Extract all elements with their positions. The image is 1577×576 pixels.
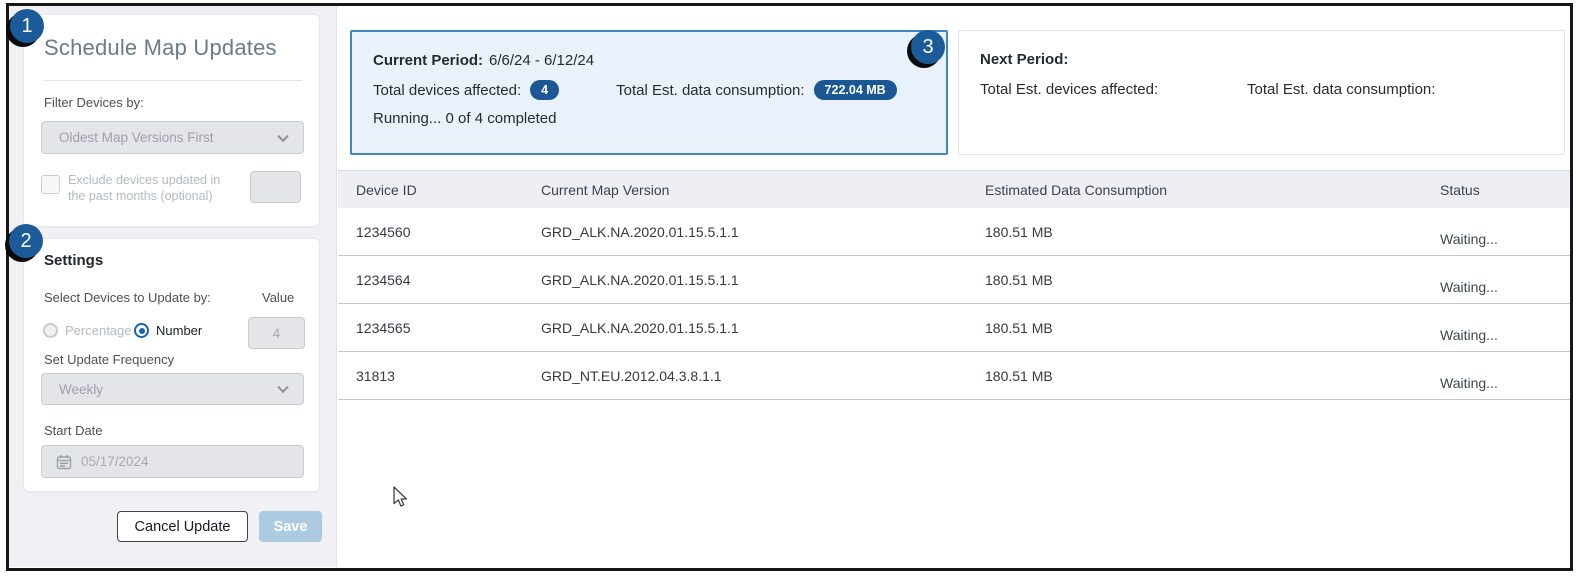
settings-heading: Settings [44,252,103,269]
table-row: 1234560 GRD_ALK.NA.2020.01.15.5.1.1 180.… [338,208,1570,256]
cell-consumption: 180.51 MB [985,272,1440,288]
cell-device-id: 1234560 [356,224,541,240]
mouse-cursor-icon [393,486,409,508]
table-row: 1234565 GRD_ALK.NA.2020.01.15.5.1.1 180.… [338,304,1570,352]
save-button[interactable]: Save [259,511,322,542]
exclude-devices-checkbox[interactable] [41,175,60,194]
cell-map-version: GRD_ALK.NA.2020.01.15.5.1.1 [541,224,985,240]
callout-badge-2: 2 [9,224,43,258]
total-data-consumption-badge: 722.04 MB [814,80,897,100]
next-period-card: Next Period: Total Est. devices affected… [958,30,1565,155]
cancel-update-button[interactable]: Cancel Update [117,511,248,542]
start-date-value: 05/17/2024 [81,454,149,469]
filter-devices-select[interactable]: Oldest Map Versions First [41,121,304,154]
cell-consumption: 180.51 MB [985,320,1440,336]
cell-map-version: GRD_ALK.NA.2020.01.15.5.1.1 [541,320,985,336]
select-devices-by-label: Select Devices to Update by: [44,290,211,305]
total-data-consumption-label: Total Est. data consumption: [616,82,804,99]
current-period-card: Current Period: 6/6/24 - 6/12/24 Total d… [350,30,948,155]
cell-device-id: 31813 [356,368,541,384]
number-radio[interactable] [134,323,149,338]
filter-panel: Schedule Map Updates Filter Devices by: … [23,14,320,227]
cell-consumption: 180.51 MB [985,368,1440,384]
settings-panel: Settings Select Devices to Update by: Va… [23,238,320,492]
total-devices-affected-badge: 4 [530,80,559,100]
next-devices-affected-label: Total Est. devices affected: [980,81,1158,98]
page-title: Schedule Map Updates [44,35,277,61]
chevron-down-icon [277,382,288,393]
total-devices-affected-label: Total devices affected: [373,82,521,99]
percentage-radio-label: Percentage [65,323,132,338]
cell-device-id: 1234565 [356,320,541,336]
col-current-map-version: Current Map Version [541,182,985,198]
divider [44,80,302,81]
update-frequency-select[interactable]: Weekly [41,373,304,405]
update-frequency-label: Set Update Frequency [44,352,174,367]
start-date-label: Start Date [44,423,103,438]
exclude-devices-label: Exclude devices updated in the past mont… [68,172,230,204]
exclude-months-input[interactable] [250,171,301,203]
cell-status: Waiting... [1440,375,1570,399]
percentage-radio[interactable] [43,323,58,338]
cell-map-version: GRD_ALK.NA.2020.01.15.5.1.1 [541,272,985,288]
cell-status: Waiting... [1440,231,1570,255]
table-row: 1234564 GRD_ALK.NA.2020.01.15.5.1.1 180.… [338,256,1570,304]
callout-badge-3: 3 [911,30,945,64]
col-status: Status [1440,182,1570,198]
next-period-label: Next Period: [980,51,1068,68]
calendar-icon [56,454,72,470]
cell-status: Waiting... [1440,279,1570,303]
next-data-consumption-label: Total Est. data consumption: [1247,81,1435,98]
start-date-input[interactable]: 05/17/2024 [41,445,304,478]
filter-devices-selected-value: Oldest Map Versions First [59,130,214,145]
cell-consumption: 180.51 MB [985,224,1440,240]
callout-badge-1: 1 [10,9,44,43]
update-frequency-selected-value: Weekly [59,382,103,397]
number-radio-label: Number [156,323,202,338]
col-device-id: Device ID [356,182,541,198]
filter-devices-label: Filter Devices by: [44,95,144,110]
current-period-label: Current Period: [373,52,483,69]
cell-device-id: 1234564 [356,272,541,288]
table-row: 31813 GRD_NT.EU.2012.04.3.8.1.1 180.51 M… [338,352,1570,400]
value-label: Value [262,290,294,305]
device-table-header: Device ID Current Map Version Estimated … [338,170,1570,208]
cell-map-version: GRD_NT.EU.2012.04.3.8.1.1 [541,368,985,384]
cell-status: Waiting... [1440,327,1570,351]
col-estimated-data-consumption: Estimated Data Consumption [985,182,1440,198]
current-period-range: 6/6/24 - 6/12/24 [489,52,594,69]
schedule-map-updates-screen: Schedule Map Updates Filter Devices by: … [0,0,1577,576]
chevron-down-icon [277,130,288,141]
value-input[interactable]: 4 [248,317,305,349]
running-status-text: Running... 0 of 4 completed [373,110,556,127]
